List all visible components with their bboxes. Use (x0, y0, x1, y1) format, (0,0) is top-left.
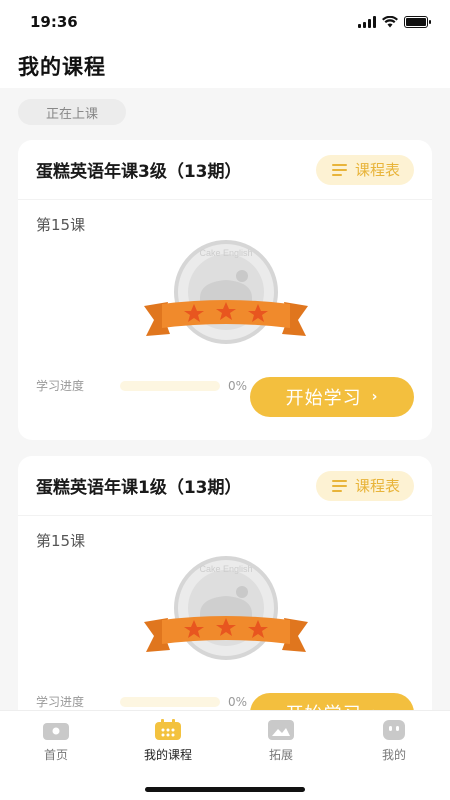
tab-explore[interactable]: 拓展 (241, 719, 321, 763)
image-icon (268, 720, 294, 740)
course-card-header: 蛋糕英语年课3级（13期） 课程表 (18, 140, 432, 200)
schedule-label: 课程表 (354, 161, 400, 179)
profile-icon (383, 720, 405, 740)
tab-label: 首页 (43, 748, 68, 762)
start-learning-label: 开始学习 (285, 388, 362, 409)
schedule-button[interactable]: 课程表 (315, 154, 414, 185)
tab-my-courses[interactable]: 我的课程 (128, 719, 208, 763)
badge-text: Cake English (199, 248, 252, 258)
status-time: 19:36 (30, 13, 78, 31)
tab-label: 拓展 (268, 748, 293, 762)
course-title: 蛋糕英语年课1级（13期） (36, 478, 242, 498)
progress-row: 学习进度 0% (36, 377, 247, 394)
status-bar: 19:36 (0, 0, 450, 44)
chevron-right-icon: › (371, 389, 379, 405)
cake-english-badge-icon: Cake English (144, 556, 308, 660)
header: 我的课程 (0, 44, 450, 88)
home-icon (43, 723, 69, 740)
menu-icon (331, 479, 347, 492)
progress-value: 0% (228, 378, 248, 393)
progress-row: 学习进度 0% (36, 693, 247, 710)
badge-text: Cake English (199, 564, 252, 574)
tab-label: 我的 (381, 748, 406, 762)
course-title: 蛋糕英语年课3级（13期） (36, 162, 242, 182)
wifi-icon (382, 16, 398, 28)
filter-chip-in-progress[interactable]: 正在上课 (18, 99, 126, 125)
schedule-button[interactable]: 课程表 (315, 470, 414, 501)
tab-label: 我的课程 (143, 748, 192, 762)
progress-label: 学习进度 (36, 695, 85, 709)
progress-bar (120, 380, 220, 391)
schedule-label: 课程表 (354, 477, 400, 495)
course-card-header: 蛋糕英语年课1级（13期） 课程表 (18, 456, 432, 516)
home-indicator (145, 787, 305, 792)
page-title: 我的课程 (18, 55, 106, 79)
lesson-number: 第15课 (36, 532, 86, 550)
progress-bar (120, 696, 220, 707)
progress-value: 0% (228, 694, 248, 709)
lesson-number: 第15课 (36, 216, 86, 234)
signal-icon (358, 16, 376, 28)
menu-icon (331, 163, 347, 176)
calendar-icon (155, 719, 181, 740)
cake-english-badge-icon: Cake English (144, 240, 308, 344)
status-icons (358, 16, 431, 28)
start-learning-button[interactable]: 开始学习 › (250, 377, 414, 417)
battery-icon (404, 16, 431, 28)
course-card[interactable]: 蛋糕英语年课3级（13期） 课程表 第15课 Cake English 学习进度… (18, 140, 432, 440)
tab-home[interactable]: 首页 (16, 719, 96, 763)
tab-me[interactable]: 我的 (354, 719, 434, 763)
progress-label: 学习进度 (36, 379, 85, 393)
